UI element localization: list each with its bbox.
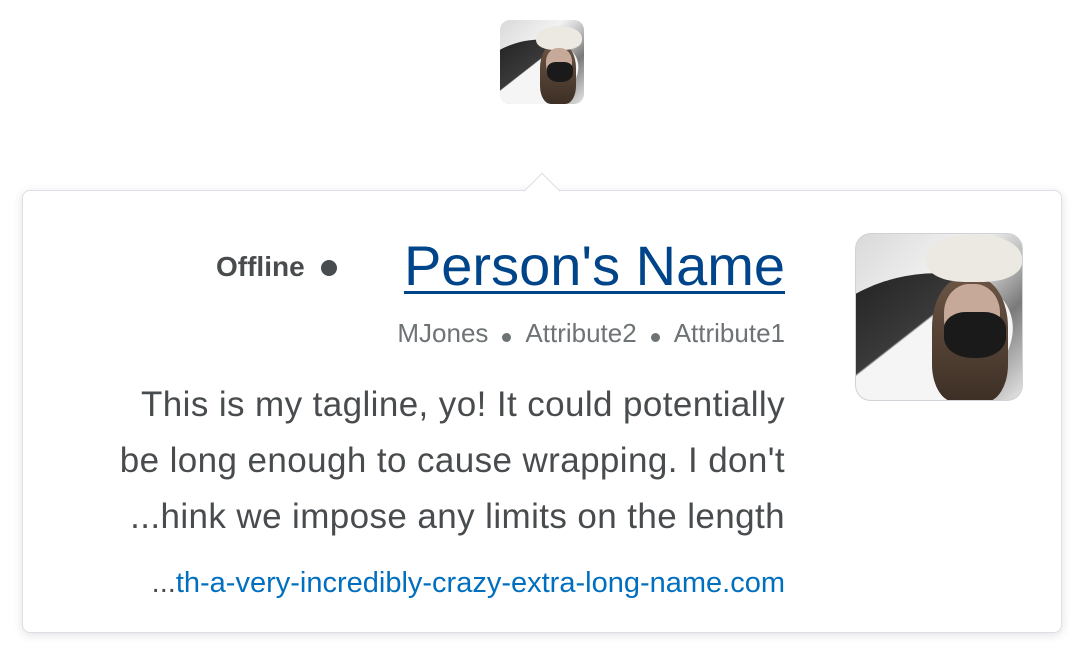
photo-mask [547,62,573,82]
attribute-separator-icon [650,332,660,342]
presence-status: Offline [216,251,305,282]
tagline-line: be long enough to cause wrapping. I don'… [119,441,785,480]
profile-card: Offline Person's Name MJones Attribute2 … [22,172,1062,633]
tagline-line: This is my tagline, yo! It could potenti… [141,385,785,424]
attribute-item: Attribute2 [525,318,637,348]
photo-hat [536,26,582,50]
profile-avatar-trigger[interactable] [500,20,584,104]
card-pointer [523,172,561,210]
person-name-link[interactable]: Person's Name [404,233,785,299]
photo-hat [926,234,1022,282]
website-link[interactable]: ...th-a-very-incredibly-crazy-extra-long… [152,565,785,601]
profile-photo [855,233,1023,401]
attribute-separator-icon [502,332,512,342]
website-url: th-a-very-incredibly-crazy-extra-long-na… [175,567,785,599]
website-ellipsis: ... [151,567,176,599]
tagline-line: ...hink we impose any limits on the leng… [130,497,785,536]
presence-dot-icon [321,260,337,276]
attribute-list: MJones Attribute2 Attribute1 [397,317,785,349]
tagline: This is my tagline, yo! It could potenti… [45,377,785,545]
attribute-item: Attribute1 [673,318,785,348]
attribute-username: MJones [397,318,489,348]
photo-mask [944,312,1006,358]
